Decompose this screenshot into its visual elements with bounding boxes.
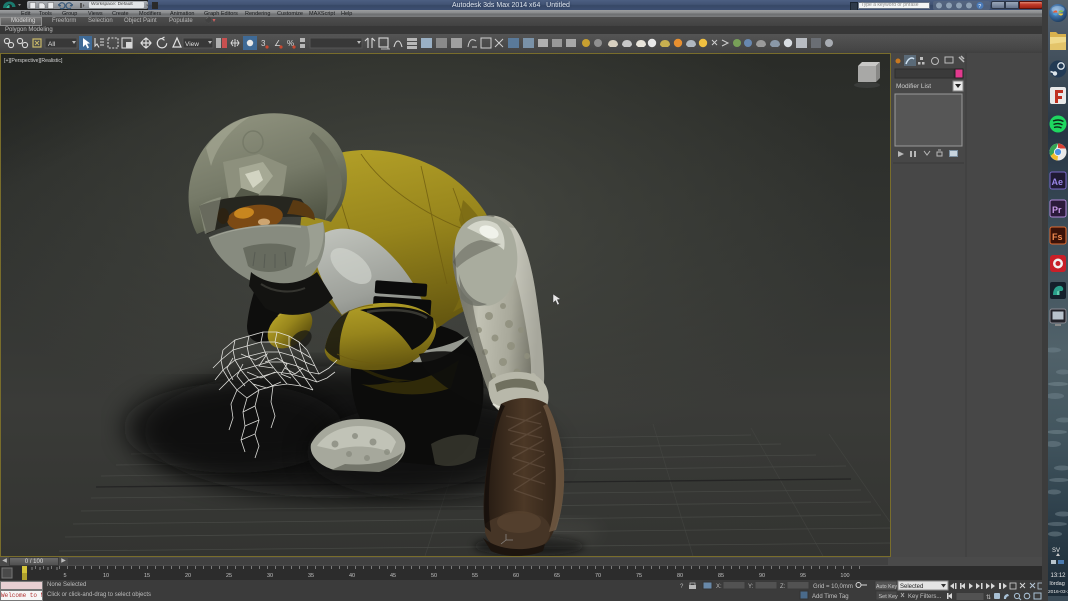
svg-text:Set Key: Set Key [879, 594, 899, 600]
svg-text:Grid = 10,0mm: Grid = 10,0mm [813, 584, 853, 590]
svg-text:View: View [185, 41, 199, 48]
svg-text:2016-03-26: 2016-03-26 [1048, 589, 1068, 595]
svg-text:5: 5 [63, 573, 66, 579]
svg-text:Ae: Ae [1052, 177, 1064, 187]
svg-text:SV: SV [1052, 548, 1060, 554]
svg-text:Y:: Y: [748, 584, 754, 590]
svg-text:30: 30 [267, 573, 273, 579]
svg-text:65: 65 [554, 573, 560, 579]
svg-text:50: 50 [431, 573, 437, 579]
svg-text:Add Time Tag: Add Time Tag [812, 594, 849, 600]
svg-text:[+][Perspective][Realistic]: [+][Perspective][Realistic] [4, 58, 63, 64]
svg-text:45: 45 [390, 573, 396, 579]
svg-text:25: 25 [226, 573, 232, 579]
svg-text:10: 10 [103, 573, 109, 579]
svg-text:Pr: Pr [1052, 205, 1062, 215]
svg-text:75: 75 [636, 573, 642, 579]
svg-text:All: All [48, 41, 56, 48]
svg-text:80: 80 [677, 573, 683, 579]
svg-text:85: 85 [718, 573, 724, 579]
svg-text:15: 15 [144, 573, 150, 579]
svg-text:3: 3 [261, 39, 266, 48]
svg-text:70: 70 [595, 573, 601, 579]
svg-text:35: 35 [308, 573, 314, 579]
svg-text:Modifier List: Modifier List [896, 83, 931, 90]
svg-text:Selected: Selected [900, 584, 923, 590]
svg-text:20: 20 [185, 573, 191, 579]
svg-text:Z:: Z: [780, 584, 786, 590]
svg-text:Auto Key: Auto Key [876, 584, 897, 590]
svg-text:100: 100 [840, 573, 849, 579]
svg-text:X:: X: [716, 584, 722, 590]
svg-text:lördag: lördag [1050, 581, 1065, 587]
svg-text:90: 90 [759, 573, 765, 579]
svg-text:Fs: Fs [1052, 232, 1063, 242]
svg-text:95: 95 [800, 573, 806, 579]
svg-text:Key Filters...: Key Filters... [908, 594, 942, 600]
svg-text:13:12: 13:12 [1051, 573, 1067, 579]
svg-text:⇅: ⇅ [986, 595, 991, 601]
svg-text:55: 55 [472, 573, 478, 579]
svg-text:60: 60 [513, 573, 519, 579]
svg-text:?: ? [680, 584, 684, 590]
svg-text:40: 40 [349, 573, 355, 579]
